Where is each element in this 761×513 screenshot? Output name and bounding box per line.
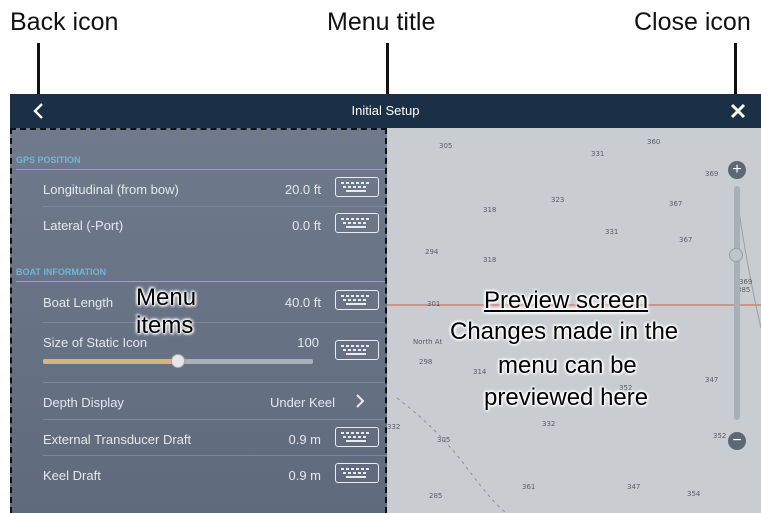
keyboard-icon[interactable]: [335, 340, 379, 360]
divider: [16, 281, 387, 282]
menu-item-keel-draft[interactable]: Keel Draft 0.9 m: [43, 461, 379, 491]
section-header-boat: BOAT INFORMATION: [16, 267, 107, 277]
menu-item-boat-length[interactable]: Boat Length 40.0 ft: [43, 288, 379, 318]
zoom-in-button[interactable]: +: [728, 161, 746, 179]
chevron-right-icon[interactable]: [355, 394, 365, 408]
depth-sounding: 305: [437, 436, 451, 444]
callout-preview-line3: previewed here: [484, 384, 649, 411]
menu-item-label: External Transducer Draft: [43, 432, 192, 447]
depth-sounding: 331: [591, 150, 605, 158]
depth-sounding: 323: [551, 196, 565, 204]
leader-back-icon: [37, 43, 40, 98]
menu-item-value: Under Keel: [269, 395, 335, 410]
divider: [43, 322, 387, 323]
depth-sounding: 367: [669, 200, 683, 208]
depth-sounding: 318: [483, 256, 497, 264]
depth-sounding: 352: [713, 432, 727, 440]
zoom-out-button[interactable]: −: [728, 432, 746, 450]
section-header-gps: GPS POSITION: [16, 155, 81, 165]
menu-item-label: Lateral (-Port): [43, 218, 124, 233]
keyboard-icon[interactable]: [335, 427, 379, 447]
keyboard-icon[interactable]: [335, 177, 379, 197]
menu-item-value: 100: [297, 335, 319, 350]
callout-close-icon: Close icon: [634, 8, 751, 36]
depth-sounding: 347: [627, 483, 641, 491]
menu-panel: GPS POSITION Longitudinal (from bow) 20.…: [10, 128, 387, 513]
menu-item-lateral[interactable]: Lateral (-Port) 0.0 ft: [43, 211, 379, 241]
depth-sounding: 301: [427, 300, 441, 308]
leader-close-icon: [734, 43, 737, 98]
depth-sounding: 347: [705, 376, 719, 384]
depth-sounding: 285: [429, 492, 443, 500]
menu-item-value: 0.9 m: [288, 432, 321, 447]
divider: [43, 382, 387, 383]
menu-item-label: Size of Static Icon: [43, 335, 148, 350]
menu-item-depth-display[interactable]: Depth Display Under Keel: [43, 388, 379, 418]
menu-item-label: Keel Draft: [43, 468, 101, 483]
depth-sounding: 360: [647, 138, 661, 146]
slider-thumb[interactable]: [171, 354, 185, 368]
keyboard-icon[interactable]: [335, 213, 379, 233]
slider-fill: [43, 359, 178, 364]
callout-preview-line2: menu can be: [498, 352, 637, 379]
close-icon[interactable]: [727, 100, 749, 122]
callout-preview-title: Preview screen: [484, 287, 649, 314]
depth-sounding: 369: [739, 278, 753, 286]
zoom-knob[interactable]: [729, 248, 743, 262]
menu-item-label: Depth Display: [43, 395, 124, 410]
depth-sounding: 331: [605, 228, 619, 236]
menu-item-longitudinal[interactable]: Longitudinal (from bow) 20.0 ft: [43, 175, 379, 205]
callout-back-icon: Back icon: [10, 8, 119, 36]
depth-sounding: North At: [413, 338, 443, 346]
depth-sounding: 305: [439, 142, 453, 150]
depth-sounding: 314: [473, 368, 487, 376]
divider: [43, 419, 387, 420]
divider: [43, 206, 387, 207]
callout-menu-items-line2: items: [136, 312, 194, 339]
divider: [16, 169, 387, 170]
callout-menu-items-line1: Menu: [136, 284, 197, 311]
menu-item-label: Longitudinal (from bow): [43, 182, 179, 197]
depth-sounding: 369: [705, 170, 719, 178]
keyboard-icon[interactable]: [335, 290, 379, 310]
menu-item-ext-transducer-draft[interactable]: External Transducer Draft 0.9 m: [43, 425, 379, 455]
title-bar: Initial Setup: [10, 94, 761, 128]
depth-sounding: 361: [522, 483, 536, 491]
zoom-track[interactable]: [734, 186, 740, 420]
depth-sounding: 318: [483, 206, 497, 214]
menu-item-value: 0.0 ft: [292, 218, 321, 233]
leader-menu-title: [386, 43, 389, 98]
divider: [43, 455, 387, 456]
depth-sounding: 298: [419, 358, 433, 366]
menu-item-value: 0.9 m: [288, 468, 321, 483]
callout-menu-title: Menu title: [327, 8, 436, 36]
menu-item-value: 40.0 ft: [284, 295, 321, 310]
static-icon-size-slider[interactable]: [43, 354, 313, 368]
menu-item-value: 20.0 ft: [284, 182, 321, 197]
menu-item-label: Boat Length: [43, 295, 114, 310]
depth-sounding: 367: [679, 236, 693, 244]
depth-sounding: 294: [425, 248, 439, 256]
keyboard-icon[interactable]: [335, 463, 379, 483]
depth-sounding: 332: [387, 423, 401, 431]
callout-preview-line1: Changes made in the: [450, 318, 679, 345]
depth-sounding: 354: [687, 490, 701, 498]
depth-sounding: 332: [542, 420, 556, 428]
menu-title: Initial Setup: [351, 103, 420, 118]
